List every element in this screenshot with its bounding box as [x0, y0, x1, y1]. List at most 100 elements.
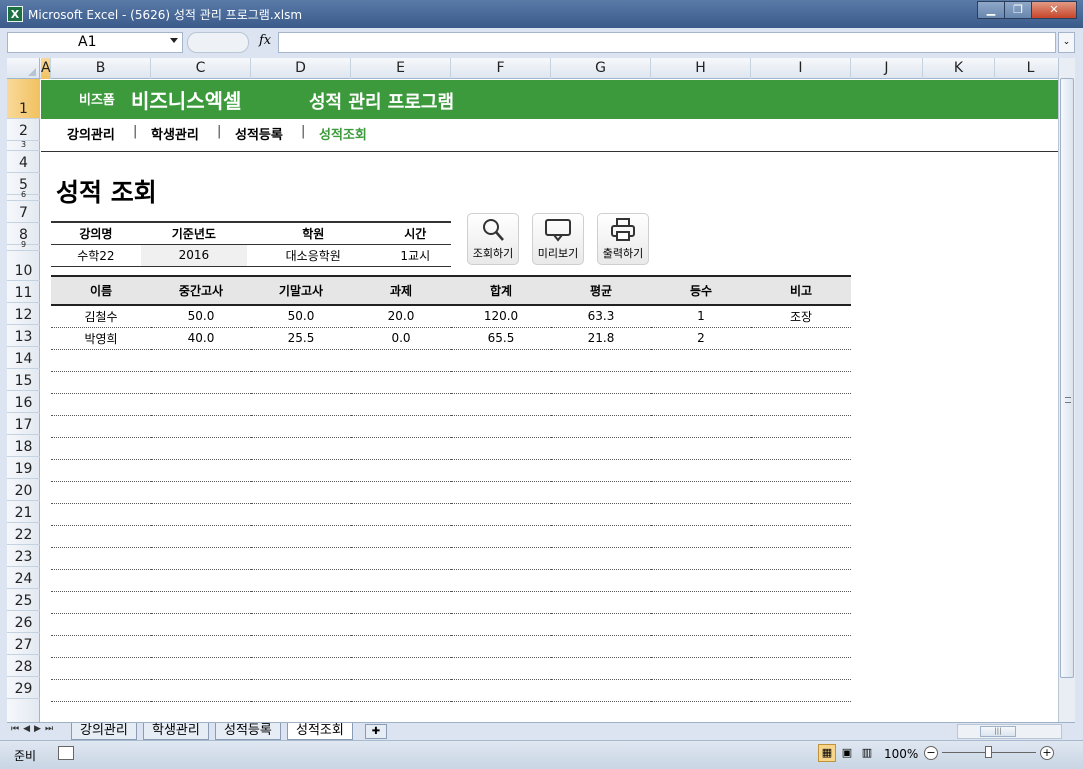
- table-cell[interactable]: [751, 679, 851, 702]
- row-header[interactable]: 21: [7, 501, 40, 523]
- table-cell[interactable]: 50.0: [251, 305, 351, 328]
- column-header[interactable]: L: [995, 58, 1058, 79]
- row-header[interactable]: 4: [7, 151, 40, 173]
- table-cell[interactable]: [451, 437, 551, 460]
- table-cell[interactable]: [651, 503, 751, 526]
- table-cell[interactable]: [351, 635, 451, 658]
- table-cell[interactable]: [251, 371, 351, 394]
- zoom-out-icon[interactable]: −: [924, 746, 938, 760]
- nav-item-grade-register[interactable]: 성적등록: [235, 124, 283, 143]
- table-cell[interactable]: [51, 415, 151, 438]
- table-cell[interactable]: [51, 679, 151, 702]
- table-cell[interactable]: 50.0: [151, 305, 251, 328]
- table-cell[interactable]: [351, 679, 451, 702]
- table-cell[interactable]: [751, 437, 851, 460]
- table-cell[interactable]: [751, 393, 851, 416]
- table-cell[interactable]: [351, 525, 451, 548]
- table-cell[interactable]: [451, 371, 551, 394]
- table-cell[interactable]: [551, 349, 651, 372]
- table-cell[interactable]: [151, 393, 251, 416]
- table-cell[interactable]: [151, 525, 251, 548]
- table-cell[interactable]: [551, 393, 651, 416]
- table-cell[interactable]: [351, 547, 451, 570]
- column-header[interactable]: K: [923, 58, 995, 79]
- table-cell[interactable]: 63.3: [551, 305, 651, 328]
- table-cell[interactable]: [351, 503, 451, 526]
- empty-row[interactable]: [51, 393, 851, 416]
- empty-row[interactable]: [51, 459, 851, 482]
- table-cell[interactable]: [51, 437, 151, 460]
- table-row[interactable]: 김철수 50.0 50.0 20.0 120.0 63.3 1 조장: [51, 305, 851, 328]
- table-cell[interactable]: [551, 679, 651, 702]
- table-cell[interactable]: [151, 459, 251, 482]
- table-cell[interactable]: [551, 547, 651, 570]
- table-cell[interactable]: [551, 701, 651, 722]
- row-header[interactable]: 23: [7, 545, 40, 567]
- period-cell[interactable]: 1교시: [379, 244, 451, 267]
- zoom-level[interactable]: 100%: [884, 747, 918, 761]
- table-cell[interactable]: [251, 503, 351, 526]
- table-cell[interactable]: 박영희: [51, 327, 151, 350]
- table-cell[interactable]: [651, 349, 751, 372]
- row-header[interactable]: 10: [7, 251, 40, 281]
- table-cell[interactable]: [351, 569, 451, 592]
- table-cell[interactable]: [51, 459, 151, 482]
- table-cell[interactable]: [451, 657, 551, 680]
- row-header[interactable]: 24: [7, 567, 40, 589]
- table-cell[interactable]: [751, 591, 851, 614]
- vertical-scroll-thumb[interactable]: [1060, 78, 1074, 678]
- table-cell[interactable]: [251, 349, 351, 372]
- table-cell[interactable]: 1: [651, 305, 751, 328]
- table-cell[interactable]: [151, 613, 251, 636]
- table-cell[interactable]: [551, 635, 651, 658]
- table-cell[interactable]: [51, 591, 151, 614]
- table-cell[interactable]: [251, 547, 351, 570]
- table-cell[interactable]: [451, 503, 551, 526]
- year-cell[interactable]: 2016: [140, 244, 247, 267]
- column-header[interactable]: J: [851, 58, 923, 79]
- table-cell[interactable]: 25.5: [251, 327, 351, 350]
- table-cell[interactable]: [151, 679, 251, 702]
- table-cell[interactable]: [451, 393, 551, 416]
- empty-row[interactable]: [51, 613, 851, 636]
- table-cell[interactable]: [451, 679, 551, 702]
- table-cell[interactable]: [351, 459, 451, 482]
- table-cell[interactable]: [251, 569, 351, 592]
- column-header[interactable]: E: [351, 58, 451, 79]
- empty-row[interactable]: [51, 371, 851, 394]
- row-header[interactable]: 7: [7, 201, 40, 223]
- close-button[interactable]: ✕: [1031, 1, 1077, 19]
- table-cell[interactable]: [151, 635, 251, 658]
- row-header[interactable]: 28: [7, 655, 40, 677]
- row-header[interactable]: 11: [7, 281, 40, 303]
- table-cell[interactable]: [651, 547, 751, 570]
- normal-view-icon[interactable]: ▦: [818, 744, 836, 762]
- empty-row[interactable]: [51, 657, 851, 680]
- table-cell[interactable]: 65.5: [451, 327, 551, 350]
- sheet-tab-grade-register[interactable]: 성적등록: [215, 723, 281, 740]
- table-cell[interactable]: [651, 657, 751, 680]
- empty-row[interactable]: [51, 349, 851, 372]
- row-header[interactable]: 20: [7, 479, 40, 501]
- empty-row[interactable]: [51, 547, 851, 570]
- row-header[interactable]: 15: [7, 369, 40, 391]
- table-cell[interactable]: [51, 481, 151, 504]
- table-cell[interactable]: [551, 371, 651, 394]
- table-cell[interactable]: [251, 591, 351, 614]
- horizontal-scroll-thumb[interactable]: |||: [980, 726, 1016, 737]
- empty-row[interactable]: [51, 481, 851, 504]
- table-cell[interactable]: [751, 635, 851, 658]
- table-cell[interactable]: [151, 481, 251, 504]
- table-cell[interactable]: [51, 635, 151, 658]
- table-cell[interactable]: 40.0: [151, 327, 251, 350]
- table-cell[interactable]: [51, 701, 151, 722]
- table-cell[interactable]: [751, 459, 851, 482]
- select-all-button[interactable]: [7, 58, 40, 79]
- row-header[interactable]: 18: [7, 435, 40, 457]
- empty-row[interactable]: [51, 701, 851, 722]
- table-cell[interactable]: [551, 657, 651, 680]
- table-cell[interactable]: [451, 459, 551, 482]
- column-header[interactable]: I: [751, 58, 851, 79]
- table-cell[interactable]: [151, 591, 251, 614]
- table-cell[interactable]: [651, 437, 751, 460]
